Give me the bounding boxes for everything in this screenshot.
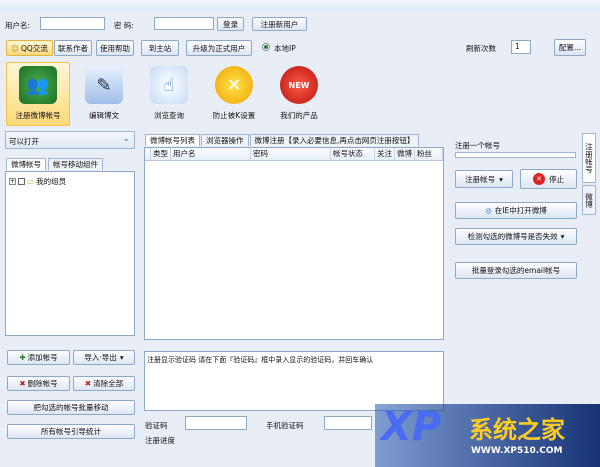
captcha-label: 验证码 <box>145 421 168 430</box>
stop-icon: ✕ <box>533 173 545 185</box>
account-tree[interactable]: + ▭ 我的组员 <box>5 171 135 336</box>
checkbox-icon[interactable] <box>18 178 25 185</box>
watermark-logo: XP 系统之家 WWW.XP510.COM <box>375 404 600 467</box>
tab-weibo-account-list[interactable]: 微博帐号列表 <box>145 134 200 146</box>
dropdown-arrow-icon: ▾ <box>499 174 503 184</box>
table-header: 类型 用户名 密码 帐号状态 关注 微博 粉丝 <box>145 148 443 161</box>
watermark-url: WWW.XP510.COM <box>471 446 563 456</box>
col-follow[interactable]: 关注 <box>375 148 395 160</box>
col-password[interactable]: 密码 <box>251 148 331 160</box>
vtab-weibo[interactable]: 微博 <box>582 185 596 215</box>
login-button[interactable]: 登录 <box>217 17 244 31</box>
toolbar-browse-query[interactable]: ☝ 浏览查询 <box>144 66 194 121</box>
import-export-button[interactable]: 导入·导出 ▾ <box>73 350 135 365</box>
center-tabs: 微博帐号列表 浏览器操作 微博注册【录入必要信息,再点击网页注册按钮】 <box>145 134 420 146</box>
add-icon: ✚ <box>19 353 26 362</box>
folder-icon: ▭ <box>27 177 35 186</box>
dropdown-arrow-icon: ▾ <box>560 232 565 241</box>
toolbar-register-weibo-account[interactable]: 👥 注册微博帐号 <box>6 66 70 121</box>
batch-login-button[interactable]: 批量登录勾选的email帐号 <box>455 262 577 279</box>
progress-label: 注册进度 <box>145 436 175 445</box>
user-pair-icon: 👥 <box>19 66 57 104</box>
batch-move-button[interactable]: 把勾选的帐号批量移动 <box>7 400 135 415</box>
local-ip-radio[interactable] <box>262 43 270 51</box>
help-button[interactable]: 使用帮助 <box>96 40 134 56</box>
expand-icon[interactable]: + <box>9 178 16 185</box>
retry-count-input[interactable]: 1 <box>511 40 531 54</box>
title-bar <box>0 0 600 10</box>
phone-code-label: 手机验证码 <box>266 421 304 430</box>
password-input[interactable] <box>154 17 214 30</box>
open-label: 可以打开 <box>9 137 39 146</box>
open-in-ie-button[interactable]: ◎ 在IE中打开微博 <box>455 202 577 219</box>
dropdown-arrow-icon: ▾ <box>119 353 124 362</box>
retry-count-label: 刷新次数 <box>466 44 496 53</box>
toolbar-new-products[interactable]: NEW 我们的产品 <box>274 66 324 121</box>
local-ip-label: 本地IP <box>274 44 296 53</box>
qq-chat-button[interactable]: ☺ QQ交流 <box>6 40 53 56</box>
account-stats-button[interactable]: 所有帐号引导统计 <box>7 424 135 439</box>
qq-icon: ☺ <box>11 43 19 53</box>
check-invalid-button[interactable]: 检测勾选的微博号是否失效 ▾ <box>455 228 577 245</box>
add-account-button[interactable]: ✚ 添加帐号 <box>7 350 70 365</box>
phone-code-input[interactable] <box>324 416 372 430</box>
register-progress-bar <box>455 152 576 158</box>
clear-all-button[interactable]: ✖ 清除全部 <box>73 376 135 391</box>
tree-root-node[interactable]: + ▭ 我的组员 <box>9 176 66 187</box>
collapse-chevron-icon[interactable]: ⌄ <box>122 134 130 144</box>
xp-logo-icon: XP <box>381 404 442 450</box>
col-status[interactable]: 帐号状态 <box>331 148 375 160</box>
delete-icon: ✖ <box>19 379 26 388</box>
upgrade-button[interactable]: 升级为正式用户 <box>186 40 252 56</box>
register-account-button[interactable]: 注册帐号 ▾ <box>455 170 513 188</box>
new-badge-icon: NEW <box>280 66 318 104</box>
col-type[interactable]: 类型 <box>151 148 171 160</box>
register-one-title: 注册一个帐号 <box>455 141 500 150</box>
captcha-hint: 注册显示验证码 请在下面『验证码』框中录入显示的验证码，并回车确认 <box>147 356 374 364</box>
stop-button[interactable]: ✕ 停止 <box>520 169 577 189</box>
watermark-brand: 系统之家 <box>469 416 565 444</box>
contact-author-button[interactable]: 联系作者 <box>54 40 92 56</box>
left-panel-header: 可以打开 ⌄ <box>5 131 135 149</box>
toolbar-anti-block-settings[interactable]: ✕ 防止被K设置 <box>209 66 259 121</box>
username-label: 用户名: <box>5 21 31 30</box>
captcha-input[interactable] <box>185 416 247 430</box>
tab-weibo-accounts[interactable]: 微博帐号 <box>6 158 46 170</box>
clear-icon: ✖ <box>84 379 92 388</box>
password-label: 密 码: <box>114 21 134 30</box>
username-input[interactable] <box>40 17 105 30</box>
captcha-area: 注册显示验证码 请在下面『验证码』框中录入显示的验证码，并回车确认 <box>144 351 444 411</box>
toolbar-edit-weibo[interactable]: ✎ 编辑博文 <box>79 66 129 121</box>
pointer-hand-icon: ☝ <box>150 66 188 104</box>
account-table[interactable]: 类型 用户名 密码 帐号状态 关注 微博 粉丝 <box>144 147 444 340</box>
col-username[interactable]: 用户名 <box>171 148 251 160</box>
vtab-register-account[interactable]: 注册帐号 <box>582 133 596 183</box>
tab-account-move[interactable]: 帐号移动组件 <box>48 158 103 170</box>
tab-weibo-register[interactable]: 微博注册【录入必要信息,再点击网页注册按钮】 <box>249 134 420 146</box>
register-user-button[interactable]: 注册新用户 <box>252 17 307 31</box>
left-tabs: 微博帐号 帐号移动组件 <box>6 158 103 170</box>
config-button[interactable]: 配置... <box>554 39 586 56</box>
main-site-button[interactable]: 到主站 <box>141 40 179 56</box>
wrench-icon: ✕ <box>215 66 253 104</box>
col-weibo[interactable]: 微博 <box>395 148 415 160</box>
ie-icon: ◎ <box>485 206 492 215</box>
col-fans[interactable]: 粉丝 <box>415 148 443 160</box>
tab-browser-ops[interactable]: 浏览器操作 <box>201 134 249 146</box>
delete-account-button[interactable]: ✖ 删除帐号 <box>7 376 70 391</box>
notepad-icon: ✎ <box>85 66 123 104</box>
